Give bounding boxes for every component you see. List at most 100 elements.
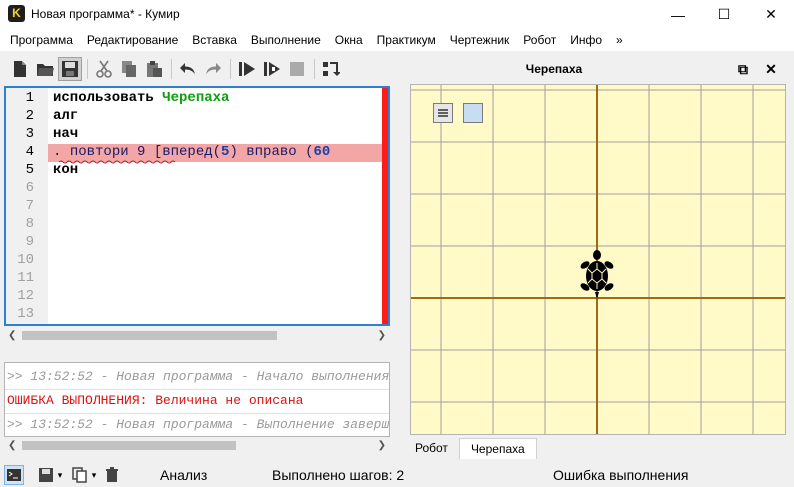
- line-number: 3: [25, 126, 34, 142]
- scroll-right-icon[interactable]: ❯: [378, 440, 386, 451]
- toolbar-separator: [87, 59, 88, 79]
- code-editor[interactable]: 1 2 3 4 5 6 7 8 9 10 11 12 13 использова…: [4, 86, 390, 326]
- run-button[interactable]: [235, 57, 259, 81]
- grid-lines: [411, 85, 785, 434]
- scroll-left-icon[interactable]: ❮: [8, 330, 16, 341]
- undo-icon: [180, 63, 195, 75]
- menu-info[interactable]: Инфо: [563, 29, 609, 51]
- output-console[interactable]: >> 13:52:52 - Новая программа - Начало в…: [4, 362, 390, 437]
- close-icon: ✕: [765, 60, 777, 77]
- menu-toggle-button[interactable]: [433, 103, 453, 123]
- save-button[interactable]: [58, 57, 82, 81]
- hamburger-icon: [438, 109, 448, 117]
- status-bar: ▾ ▾ Анализ Выполнено шагов: 2 Ошибка вып…: [0, 461, 794, 487]
- code-line-3: нач: [53, 126, 79, 142]
- line-number: 9: [25, 234, 34, 250]
- line-number: 5: [25, 162, 34, 178]
- toolbar-separator: [230, 59, 231, 79]
- status-steps: Выполнено шагов: 2: [272, 467, 405, 483]
- save-dropdown-button[interactable]: ▾: [50, 465, 70, 485]
- line-number: 12: [17, 288, 34, 304]
- redo-icon: [206, 63, 221, 75]
- line-number: 2: [25, 108, 34, 124]
- run-step-button[interactable]: [260, 57, 284, 81]
- turtle-panel-title: Черепаха: [525, 62, 583, 76]
- console-line: >> 13:52:52 - Новая программа - Начало в…: [7, 369, 390, 384]
- console-error-line: ОШИБКА ВЫПОЛНЕНИЯ: Величина не описана: [7, 393, 304, 408]
- copy-button[interactable]: [117, 57, 141, 81]
- step-into-button[interactable]: [319, 57, 343, 81]
- new-file-button[interactable]: [8, 57, 32, 81]
- line-number: 4: [25, 144, 34, 160]
- number-literal: 60: [313, 144, 331, 160]
- maximize-button[interactable]: ☐: [701, 0, 747, 29]
- line-number: 10: [17, 252, 34, 268]
- cut-icon: [96, 60, 112, 78]
- keyword-use: использовать: [53, 90, 163, 106]
- terminal-toggle-button[interactable]: [4, 465, 24, 485]
- minimize-button[interactable]: —: [655, 0, 701, 29]
- scrollbar-thumb[interactable]: [22, 331, 277, 340]
- close-window-button[interactable]: ✕: [748, 0, 794, 29]
- clear-output-button[interactable]: [102, 465, 122, 485]
- title-bar: K Новая программа* - Кумир — ☐ ✕: [0, 0, 794, 29]
- undock-button[interactable]: ⧉: [734, 60, 752, 78]
- console-line: >> 13:52:52 - Новая программа - Выполнен…: [7, 417, 390, 432]
- line-number: 6: [25, 180, 34, 196]
- turtle-panel-header: Черепаха ⧉ ✕: [404, 56, 790, 82]
- console-divider: [5, 413, 389, 414]
- line-number: 8: [25, 216, 34, 232]
- menu-edit[interactable]: Редактирование: [80, 29, 185, 51]
- window-title: Новая программа* - Кумир: [31, 7, 180, 21]
- redo-button[interactable]: [201, 57, 225, 81]
- terminal-icon: [7, 469, 21, 481]
- menu-program[interactable]: Программа: [3, 29, 80, 51]
- axes: [411, 85, 785, 434]
- turtle-field: [411, 85, 785, 434]
- menu-run[interactable]: Выполнение: [244, 29, 328, 51]
- stop-button[interactable]: [285, 57, 309, 81]
- open-button[interactable]: [33, 57, 57, 81]
- menu-overflow[interactable]: »: [609, 29, 630, 51]
- scroll-right-icon[interactable]: ❯: [378, 330, 386, 341]
- menu-draftsman[interactable]: Чертежник: [443, 29, 517, 51]
- close-panel-button[interactable]: ✕: [762, 60, 780, 78]
- maximize-icon: ☐: [717, 6, 731, 22]
- code-line-2: алг: [53, 108, 79, 124]
- toolbar-separator: [171, 59, 172, 79]
- chevron-down-icon: ▾: [91, 469, 97, 480]
- tab-turtle[interactable]: Черепаха: [458, 438, 537, 459]
- console-horizontal-scrollbar[interactable]: ❮ ❯: [4, 437, 390, 454]
- line-number: 13: [17, 306, 34, 322]
- trash-icon: [106, 467, 118, 482]
- right-panel-tabs: Робот Черепаха: [404, 438, 537, 459]
- console-divider: [5, 389, 389, 390]
- line-number: 1: [25, 90, 34, 106]
- line-number: 7: [25, 198, 34, 214]
- close-icon: ✕: [765, 6, 777, 22]
- undo-button[interactable]: [176, 57, 200, 81]
- paste-button[interactable]: [142, 57, 166, 81]
- undock-icon: ⧉: [738, 60, 748, 77]
- error-underline: [59, 160, 176, 164]
- status-mode: Анализ: [160, 467, 208, 483]
- line-number: 11: [17, 270, 34, 286]
- tab-robot[interactable]: Робот: [404, 438, 459, 459]
- menu-insert[interactable]: Вставка: [185, 29, 244, 51]
- menu-practicum[interactable]: Практикум: [370, 29, 443, 51]
- scroll-left-icon[interactable]: ❮: [8, 440, 16, 451]
- status-state: Ошибка выполнения: [553, 467, 689, 483]
- scrollbar-thumb[interactable]: [22, 441, 236, 450]
- menu-robot[interactable]: Робот: [516, 29, 563, 51]
- repeat-text: повтори 9 [вперед(: [69, 144, 222, 160]
- code-line-1: использовать Черепаха: [53, 90, 229, 106]
- color-select-button[interactable]: [463, 103, 483, 123]
- open-folder-icon: [37, 64, 54, 76]
- toolbar-separator: [314, 59, 315, 79]
- module-name: Черепаха: [162, 90, 230, 106]
- cut-button[interactable]: [92, 57, 116, 81]
- copy-dropdown-button[interactable]: ▾: [84, 465, 104, 485]
- turtle-canvas[interactable]: [410, 84, 786, 435]
- menu-windows[interactable]: Окна: [328, 29, 370, 51]
- editor-horizontal-scrollbar[interactable]: ❮ ❯: [4, 327, 390, 344]
